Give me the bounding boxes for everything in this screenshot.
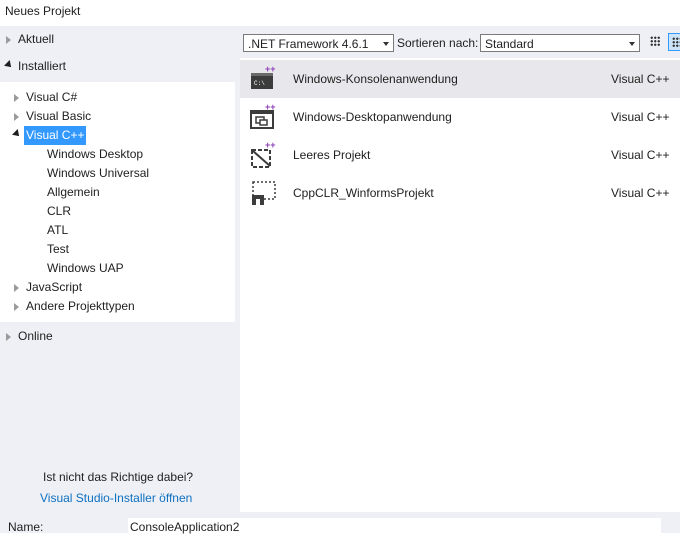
svg-text:C:\: C:\ (254, 80, 265, 87)
collapse-arrow-icon[interactable] (12, 129, 22, 139)
console-app-icon: C:\ ++ (251, 65, 276, 89)
small-icons-view-button[interactable] (647, 33, 665, 51)
installed-tree: Visual C# Visual Basic Visual C++ Window… (0, 82, 235, 322)
template-language: Visual C++ (611, 148, 670, 162)
template-name: CppCLR_WinformsProjekt (293, 186, 434, 200)
expand-arrow-icon[interactable] (14, 94, 19, 102)
grid-icon (650, 36, 660, 46)
template-language: Visual C++ (611, 72, 670, 86)
title-bar: Neues Projekt (0, 0, 680, 26)
desktop-app-icon: ++ (250, 103, 276, 129)
framework-dropdown[interactable]: .NET Framework 4.6.1 (243, 34, 394, 52)
template-name: Windows-Konsolenanwendung (293, 72, 458, 86)
expand-arrow-icon[interactable] (14, 303, 19, 311)
template-name: Leeres Projekt (293, 148, 371, 162)
tree-item-windows-universal[interactable]: Windows Universal (45, 164, 151, 183)
template-toolbar: .NET Framework 4.6.1 Sortieren nach: Sta… (240, 26, 680, 58)
help-text: Ist nicht das Richtige dabei? (43, 470, 194, 484)
tree-item-windows-desktop[interactable]: Windows Desktop (45, 145, 145, 164)
svg-text:++: ++ (265, 103, 276, 112)
winforms-project-icon (252, 181, 276, 205)
tree-item-atl[interactable]: ATL (45, 221, 70, 240)
list-view-button[interactable] (668, 33, 680, 51)
template-language: Visual C++ (611, 110, 670, 124)
template-item-desktop-app[interactable]: ++ Windows-Desktopanwendung Visual C++ (240, 98, 680, 136)
expand-arrow-icon[interactable] (14, 284, 19, 292)
template-item-winforms-project[interactable]: CppCLR_WinformsProjekt Visual C++ (240, 174, 680, 212)
template-item-console-app[interactable]: C:\ ++ Windows-Konsolenanwendung Visual … (240, 60, 680, 98)
expand-arrow-icon[interactable] (6, 36, 11, 44)
template-pane: .NET Framework 4.6.1 Sortieren nach: Sta… (240, 26, 680, 512)
collapse-arrow-icon[interactable] (4, 60, 14, 70)
name-label: Name: (8, 520, 44, 534)
category-pane: Aktuell Installiert Visual C# Visual Bas… (0, 26, 240, 512)
project-name-input[interactable] (128, 518, 661, 536)
tree-item-windows-uap[interactable]: Windows UAP (45, 259, 126, 278)
tree-item-clr[interactable]: CLR (45, 202, 73, 221)
tree-item-allgemein[interactable]: Allgemein (45, 183, 102, 202)
window-title: Neues Projekt (5, 4, 81, 18)
svg-text:++: ++ (265, 65, 276, 74)
tree-item-test[interactable]: Test (45, 240, 71, 259)
expand-arrow-icon[interactable] (14, 113, 19, 121)
template-language: Visual C++ (611, 186, 670, 200)
chevron-down-icon (629, 42, 635, 46)
template-item-empty-project[interactable]: ++ Leeres Projekt Visual C++ (240, 136, 680, 174)
empty-project-icon: ++ (251, 141, 276, 168)
svg-text:++: ++ (265, 141, 276, 150)
sort-dropdown[interactable]: Standard (480, 34, 640, 52)
project-form: Name: (0, 512, 680, 536)
installer-link[interactable]: Visual Studio-Installer öffnen (40, 491, 192, 505)
chevron-down-icon (383, 42, 389, 46)
template-name: Windows-Desktopanwendung (293, 110, 452, 124)
expand-arrow-icon[interactable] (6, 333, 11, 341)
sort-label: Sortieren nach: (397, 36, 479, 50)
list-icon (672, 37, 680, 47)
